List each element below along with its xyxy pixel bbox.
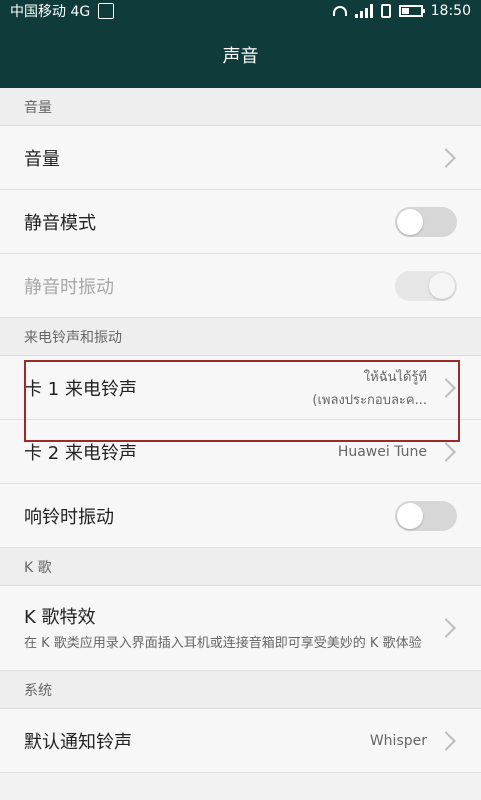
chevron-right-icon [436, 441, 456, 462]
toggle-knob [397, 502, 423, 529]
toggle-knob [429, 272, 455, 299]
status-time: 18:50 [430, 3, 471, 19]
chevron-right-icon [436, 377, 456, 398]
row-ring-vibrate[interactable]: 响铃时振动 [0, 484, 481, 548]
row-label-vibrate-silent: 静音时振动 [24, 276, 114, 298]
row-right: Whisper [369, 730, 457, 751]
row-right: ให้ฉันได้รู้ที (เพลงประกอบละค... [312, 366, 457, 410]
row-label-k-effect: K 歌特效 [24, 607, 96, 628]
sim-icon [380, 4, 391, 18]
row-k-effect[interactable]: K 歌特效 在 K 歌类应用录入界面插入耳机或连接音箱即可享受美妙的 K 歌体验 [0, 586, 481, 671]
section-system: 系统 [0, 671, 481, 709]
carrier-text: 中国移动 4G [10, 4, 91, 20]
k-effect-text: K 歌特效 在 K 歌类应用录入界面插入耳机或连接音箱即可享受美妙的 K 歌体验 [24, 603, 422, 653]
image-icon [98, 3, 115, 19]
status-left: 中国移动 4G [10, 1, 115, 21]
row-volume[interactable]: 音量 [0, 126, 481, 190]
section-k-song: K 歌 [0, 548, 481, 586]
row-right [436, 618, 457, 638]
sim2-value: Huawei Tune [337, 443, 427, 460]
sim1-value-line2: (เพลงประกอบละค... [312, 392, 427, 408]
sim1-value-line1: ให้ฉันได้รู้ที [363, 369, 427, 385]
battery-icon [398, 5, 425, 17]
chevron-right-icon [436, 730, 456, 751]
chevron-right-icon [436, 618, 456, 638]
status-bar: 中国移动 4G 18:50 [0, 0, 481, 22]
row-silent-mode[interactable]: 静音模式 [0, 190, 481, 254]
wifi-icon [332, 6, 347, 16]
ring-vibrate-toggle[interactable] [395, 500, 457, 531]
row-right: Huawei Tune [337, 441, 457, 462]
page-title: 声音 [222, 46, 259, 67]
row-label-sim1: 卡 1 来电铃声 [24, 378, 137, 400]
row-label-ring-vibrate: 响铃时振动 [24, 506, 114, 528]
chevron-right-icon [436, 147, 456, 168]
status-right: 18:50 [332, 3, 471, 19]
section-ring: 来电铃声和振动 [0, 318, 481, 356]
row-label-sim2: 卡 2 来电铃声 [24, 442, 137, 464]
row-default-notification[interactable]: 默认通知铃声 Whisper [0, 709, 481, 773]
row-label-volume: 音量 [24, 148, 60, 170]
row-label-default-notification: 默认通知铃声 [24, 731, 132, 753]
page-title-bar: 声音 [0, 22, 481, 88]
k-effect-description: 在 K 歌类应用录入界面插入耳机或连接音箱即可享受美妙的 K 歌体验 [24, 636, 422, 651]
vibrate-silent-toggle[interactable] [395, 270, 457, 301]
default-notification-value: Whisper [369, 732, 427, 749]
section-volume: 音量 [0, 88, 481, 126]
signal-icon [354, 4, 373, 18]
sim1-value: ให้ฉันได้รู้ที (เพลงประกอบละค... [312, 366, 427, 410]
row-sim1-ringtone[interactable]: 卡 1 来电铃声 ให้ฉันได้รู้ที (เพลงประกอบละค..… [0, 356, 481, 420]
row-right [436, 147, 457, 168]
row-label-silent-mode: 静音模式 [24, 212, 96, 234]
toggle-knob [397, 208, 423, 235]
row-sim2-ringtone[interactable]: 卡 2 来电铃声 Huawei Tune [0, 420, 481, 484]
silent-mode-toggle[interactable] [395, 206, 457, 237]
row-vibrate-silent[interactable]: 静音时振动 [0, 254, 481, 318]
